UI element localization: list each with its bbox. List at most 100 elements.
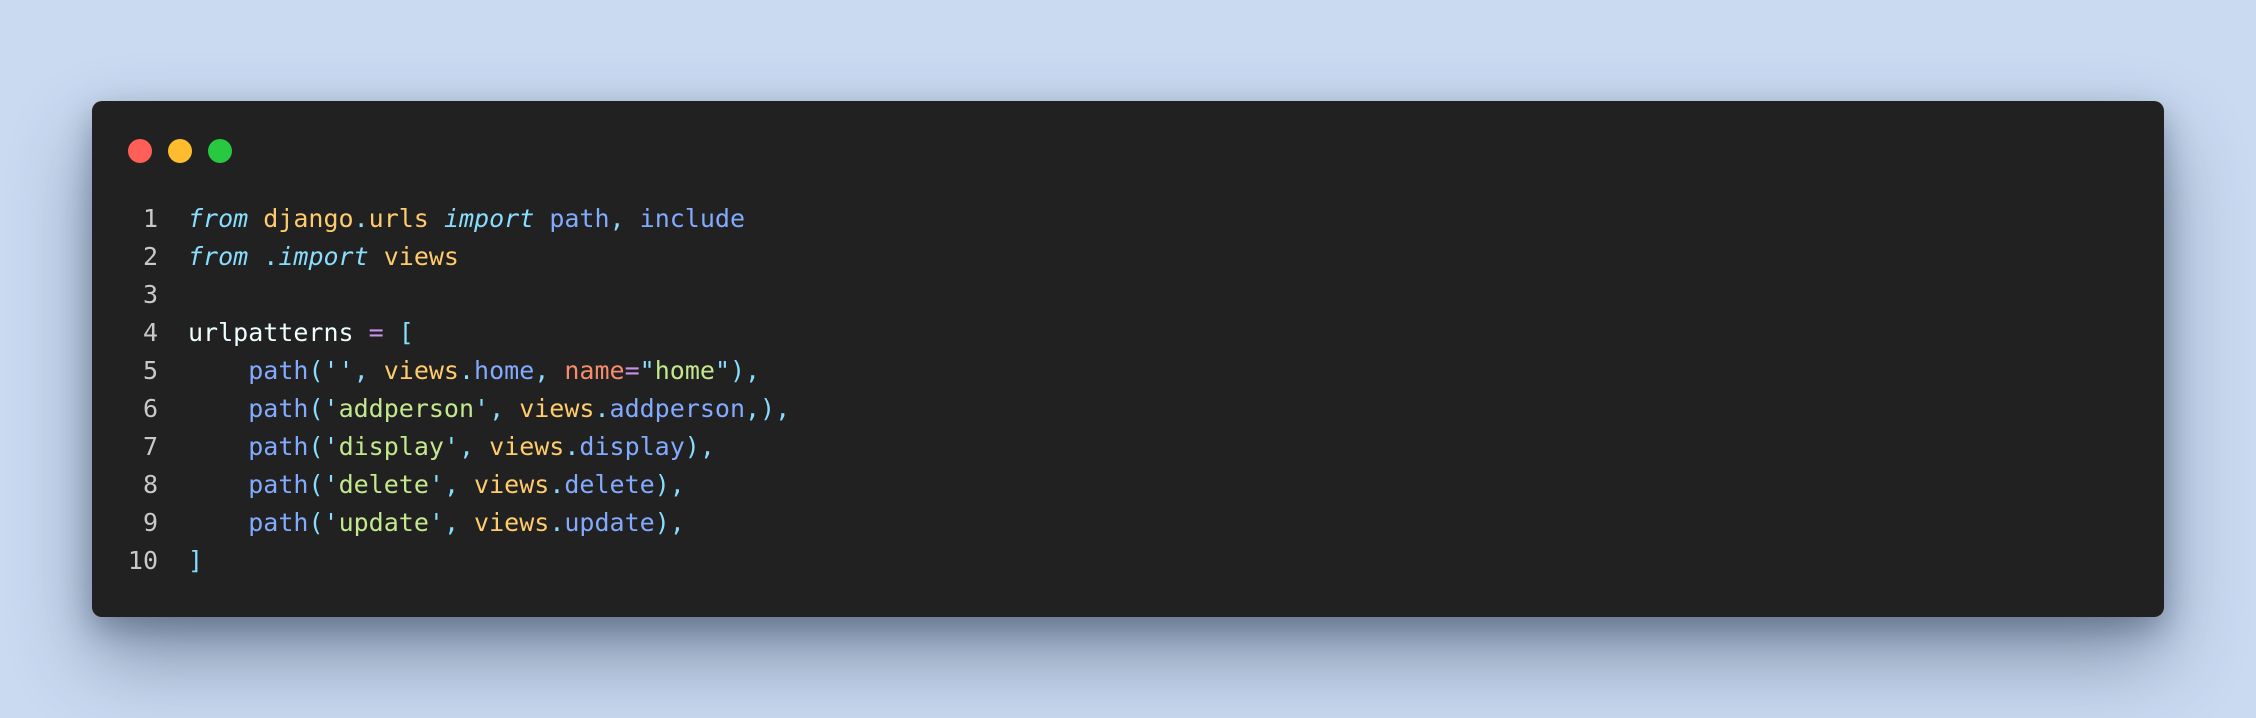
close-button[interactable] xyxy=(128,139,152,163)
code-token: , xyxy=(458,432,490,461)
line-number: 1 xyxy=(142,204,158,233)
code-token: urlpatterns xyxy=(188,318,354,347)
line-number: 8 xyxy=(142,470,158,499)
line-number: 7 xyxy=(142,432,158,461)
code-token: addperson xyxy=(338,394,475,423)
code-text: from django.urls import path, include xyxy=(158,200,745,238)
code-token: from xyxy=(188,204,249,233)
code-text: urlpatterns = [ xyxy=(158,314,414,352)
code-window: 1 from django.urls import path, include 2 f… xyxy=(92,101,2164,617)
code-token: . xyxy=(263,242,279,271)
code-block: 1 from django.urls import path, include 2 f… xyxy=(92,200,2164,580)
code-line: 10] xyxy=(92,542,2164,580)
line-number: 5 xyxy=(142,356,158,385)
code-token: . xyxy=(564,432,580,461)
code-token: ), xyxy=(730,356,761,385)
code-line: 5 path('', views.home, name="home"), xyxy=(92,352,2164,390)
code-text: ] xyxy=(158,542,203,580)
code-token: ' xyxy=(323,394,339,423)
code-text: from .import views xyxy=(158,238,459,276)
maximize-button[interactable] xyxy=(208,139,232,163)
code-token: path xyxy=(248,470,309,499)
code-token: display xyxy=(338,432,444,461)
code-token: import xyxy=(443,204,535,233)
code-token: views xyxy=(519,394,595,423)
code-token: ,), xyxy=(745,394,791,423)
code-text: path('update', views.update), xyxy=(158,504,685,542)
code-token: ( xyxy=(308,356,324,385)
code-token: , xyxy=(609,204,640,233)
window-controls xyxy=(128,139,232,163)
code-token: delete xyxy=(564,470,655,499)
code-token: ( xyxy=(308,470,324,499)
code-token: . xyxy=(549,508,565,537)
code-token: ( xyxy=(308,508,324,537)
code-token: update xyxy=(338,508,429,537)
code-token: ), xyxy=(654,470,685,499)
code-token: views xyxy=(474,508,550,537)
code-token: delete xyxy=(338,470,429,499)
code-token: , xyxy=(534,356,565,385)
code-text: path('display', views.display), xyxy=(158,428,715,466)
code-token: ( xyxy=(308,432,324,461)
code-token: name xyxy=(564,356,625,385)
line-number: 10 xyxy=(127,546,158,575)
code-line: 1 from django.urls import path, include xyxy=(92,200,2164,238)
code-token: = xyxy=(368,318,384,347)
minimize-button[interactable] xyxy=(168,139,192,163)
code-text: path('addperson', views.addperson,), xyxy=(158,390,790,428)
code-token: , xyxy=(443,508,475,537)
code-token: update xyxy=(564,508,655,537)
code-token: views xyxy=(383,242,459,271)
code-token: display xyxy=(579,432,685,461)
code-token: import xyxy=(278,242,369,271)
code-token: views xyxy=(474,470,550,499)
code-token: ] xyxy=(188,546,204,575)
code-token: . xyxy=(458,356,475,385)
code-token: ' xyxy=(443,432,459,461)
code-token: addperson xyxy=(609,394,745,423)
code-token: urls xyxy=(368,204,429,233)
code-token: , xyxy=(443,470,475,499)
code-token: " xyxy=(714,356,730,385)
code-line: 4 urlpatterns = [ xyxy=(92,314,2164,352)
line-number: 6 xyxy=(142,394,158,423)
code-token: home xyxy=(474,356,535,385)
code-token: = xyxy=(624,356,640,385)
code-token: . xyxy=(353,204,369,233)
code-token: ' xyxy=(323,508,339,537)
code-token: . xyxy=(594,394,610,423)
code-token: django xyxy=(263,204,354,233)
code-line: 3 xyxy=(92,276,2164,314)
code-token: ' xyxy=(323,470,339,499)
code-token: " xyxy=(639,356,655,385)
code-token: '' xyxy=(323,356,354,385)
code-token: ' xyxy=(428,508,444,537)
code-token: ' xyxy=(323,432,339,461)
code-token: , xyxy=(353,356,384,385)
code-token: path xyxy=(248,394,309,423)
code-line: 8 path('delete', views.delete), xyxy=(92,466,2164,504)
code-token: ), xyxy=(684,432,715,461)
line-number: 4 xyxy=(142,318,158,347)
code-token: path xyxy=(248,356,309,385)
code-token: views xyxy=(489,432,565,461)
line-number: 9 xyxy=(142,508,158,537)
code-token: ), xyxy=(654,508,685,537)
code-line: 6 path('addperson', views.addperson,), xyxy=(92,390,2164,428)
code-token: ( xyxy=(308,394,324,423)
code-line: 2 from .import views xyxy=(92,238,2164,276)
code-token: , xyxy=(489,394,520,423)
code-token: include xyxy=(639,204,745,233)
